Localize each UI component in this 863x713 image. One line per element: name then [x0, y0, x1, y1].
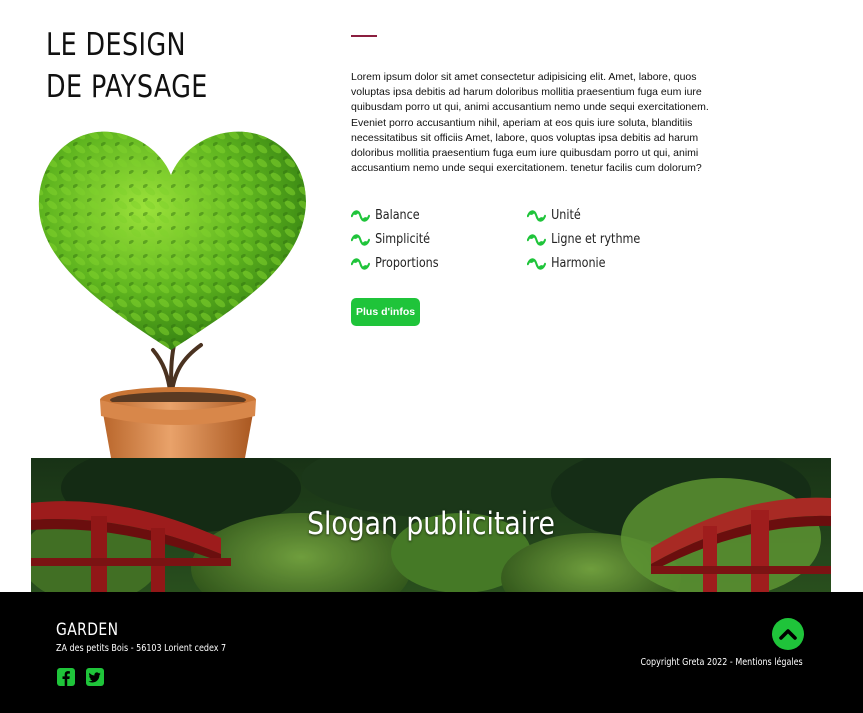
feature-label: Harmonie — [551, 256, 606, 271]
feature-item: Ligne et rythme — [527, 232, 640, 247]
footer-copyright[interactable]: Copyright Greta 2022 - Mentions légales — [641, 657, 803, 668]
intro-paragraph: Lorem ipsum dolor sit amet consectetur a… — [351, 71, 709, 175]
feature-item: Harmonie — [527, 256, 606, 271]
banner-slogan: Slogan publicitaire — [307, 506, 555, 542]
feature-label: Ligne et rythme — [551, 232, 641, 247]
heart-topiary-image — [31, 100, 313, 458]
feature-label: Unité — [551, 208, 581, 223]
feature-item: Proportions — [351, 256, 439, 271]
page-title: LE DESIGN DE PAYSAGE — [46, 24, 208, 108]
social-links — [56, 667, 105, 687]
feature-item: Simplicité — [351, 232, 430, 247]
feature-item: Unité — [527, 208, 581, 223]
twitter-icon[interactable] — [85, 667, 105, 687]
page: LE DESIGN DE PAYSAGE Lorem ipsum dolor s… — [0, 0, 863, 713]
feature-item: Balance — [351, 208, 420, 223]
footer: GARDEN ZA des petits Bois - 56103 Lorien… — [0, 592, 863, 713]
leaf-swirl-icon — [351, 209, 370, 222]
leaf-swirl-icon — [351, 257, 370, 270]
more-info-button[interactable]: Plus d'infos — [351, 298, 421, 326]
feature-label: Simplicité — [375, 232, 430, 247]
footer-address: ZA des petits Bois - 56103 Lorient cedex… — [56, 643, 227, 654]
facebook-icon[interactable] — [56, 667, 76, 687]
title-line-1: LE DESIGN — [46, 27, 186, 63]
leaf-swirl-icon — [527, 257, 546, 270]
accent-line — [351, 35, 377, 37]
feature-label: Balance — [375, 208, 420, 223]
leaf-swirl-icon — [527, 209, 546, 222]
slogan-banner: Slogan publicitaire — [31, 458, 831, 592]
feature-label: Proportions — [375, 256, 439, 271]
leaf-swirl-icon — [351, 233, 370, 246]
footer-brand: GARDEN — [56, 620, 119, 640]
scroll-top-button[interactable] — [772, 618, 804, 650]
leaf-swirl-icon — [527, 233, 546, 246]
chevron-up-icon — [779, 629, 797, 640]
